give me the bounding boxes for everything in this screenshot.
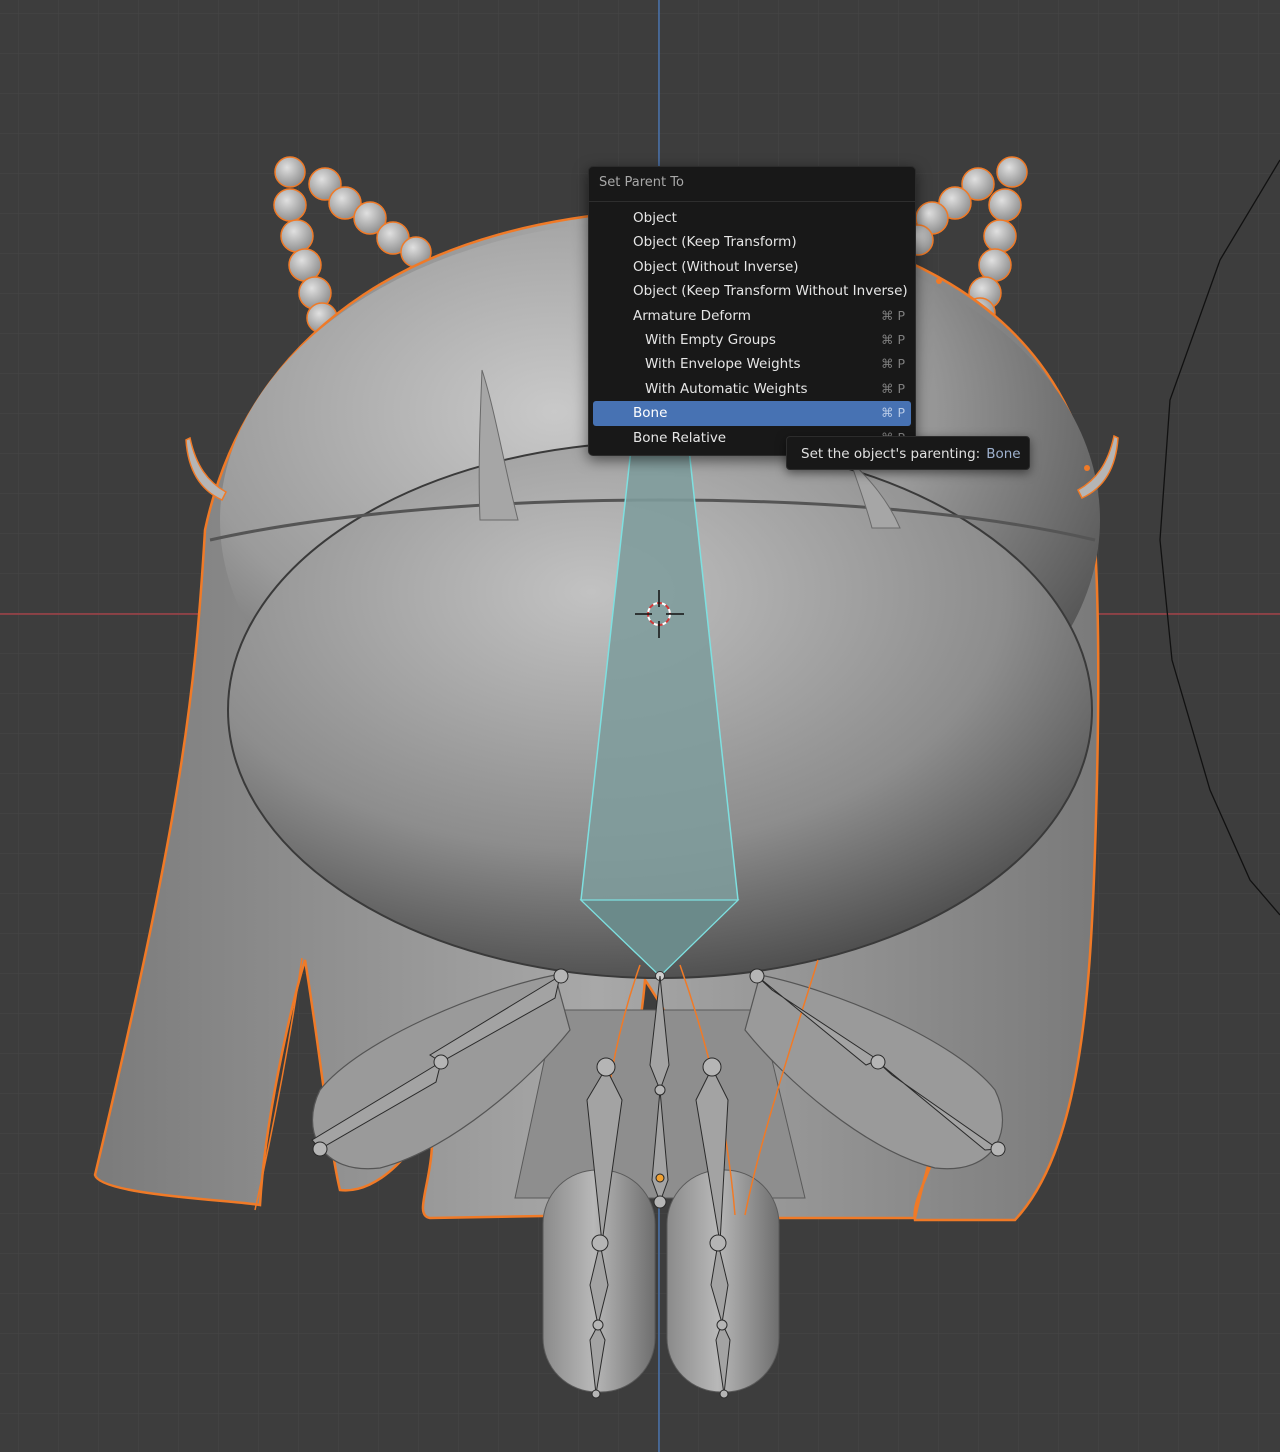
tooltip-value: Bone xyxy=(986,446,1021,462)
menu-item-label: Armature Deform xyxy=(633,307,751,324)
menu-list: Object Object (Keep Transform) Object (W… xyxy=(589,202,915,450)
menu-item-label: Bone Relative xyxy=(633,429,727,446)
menu-item-with-empty-groups[interactable]: With Empty Groups ⌘ P xyxy=(593,328,911,352)
menu-item-label: With Automatic Weights xyxy=(645,380,808,397)
menu-item-bone[interactable]: Bone ⌘ P xyxy=(593,401,911,426)
menu-item-label: Object xyxy=(633,210,677,226)
menu-item-label: With Empty Groups xyxy=(645,331,776,348)
menu-item-shortcut: ⌘ P xyxy=(880,405,905,421)
origin-dot xyxy=(936,278,942,284)
menu-item-shortcut: ⌘ P xyxy=(880,307,905,323)
menu-item-label: Bone xyxy=(633,405,668,422)
menu-item-object-keep-transform-without-inverse[interactable]: Object (Keep Transform Without Inverse) xyxy=(593,279,911,303)
set-parent-menu: Set Parent To Object Object (Keep Transf… xyxy=(588,166,916,456)
menu-item-object-without-inverse[interactable]: Object (Without Inverse) xyxy=(593,255,911,279)
menu-item-shortcut: ⌘ P xyxy=(880,356,905,372)
origin-dot-2 xyxy=(1084,465,1090,471)
menu-item-object-keep-transform[interactable]: Object (Keep Transform) xyxy=(593,230,911,254)
menu-title: Set Parent To xyxy=(589,167,915,202)
menu-item-with-envelope-weights[interactable]: With Envelope Weights ⌘ P xyxy=(593,352,911,376)
menu-item-armature-deform[interactable]: Armature Deform ⌘ P xyxy=(593,304,911,328)
menu-item-shortcut: ⌘ P xyxy=(880,380,905,396)
menu-item-with-automatic-weights[interactable]: With Automatic Weights ⌘ P xyxy=(593,377,911,401)
tooltip-text: Set the object's parenting: xyxy=(801,446,981,462)
menu-item-object[interactable]: Object xyxy=(593,206,911,230)
menu-item-label: With Envelope Weights xyxy=(645,356,801,373)
menu-item-label: Object (Keep Transform Without Inverse) xyxy=(633,283,908,300)
parenting-tooltip: Set the object's parenting: Bone xyxy=(786,436,1030,470)
menu-item-shortcut: ⌘ P xyxy=(880,331,905,347)
menu-item-label: Object (Without Inverse) xyxy=(633,258,799,275)
menu-item-label: Object (Keep Transform) xyxy=(633,234,797,251)
object-origin xyxy=(655,1173,665,1183)
